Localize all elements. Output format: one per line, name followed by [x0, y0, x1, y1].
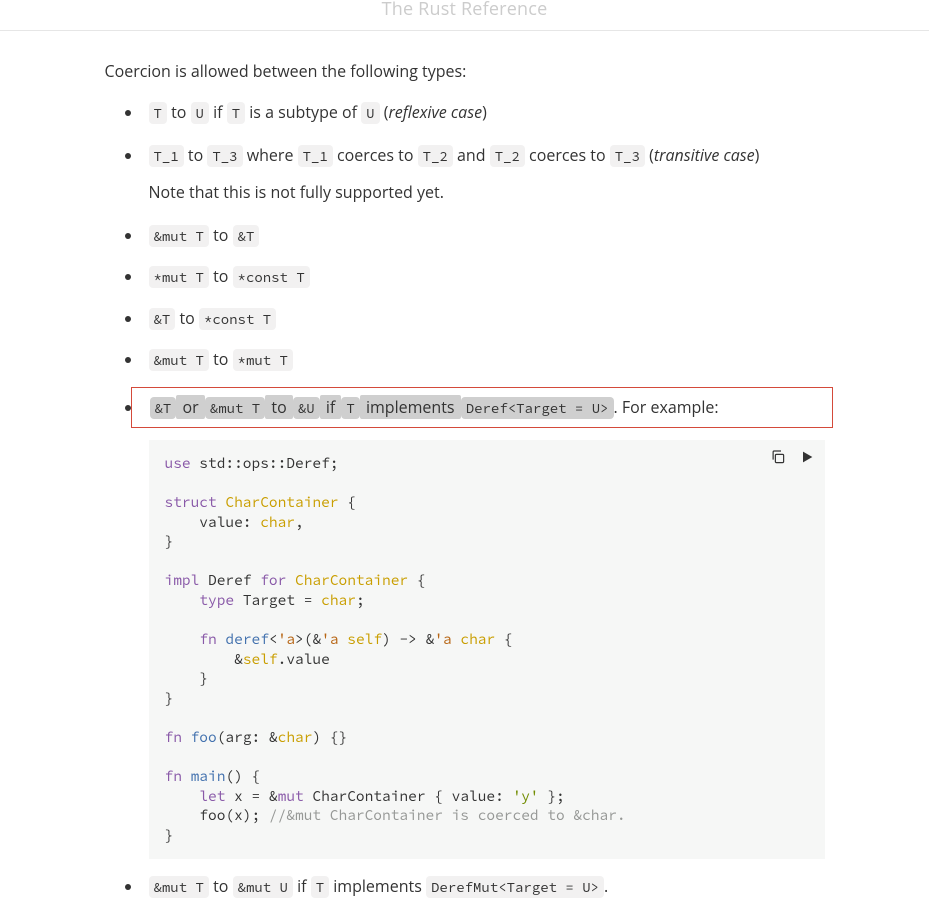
rule-subtype: T to U if T is a subtype of U (reflexive… — [143, 99, 825, 126]
code-refU: &U — [293, 397, 320, 419]
code-Te: T — [311, 876, 329, 898]
rule-mutptr-to-constptr: *mut T to *const T — [143, 263, 825, 290]
code-refT: &T — [233, 225, 260, 247]
code-U: U — [191, 102, 209, 124]
rule-derefmut: &mut T to &mut U if T implements DerefMu… — [143, 873, 825, 900]
code-mutptr2: *mut T — [233, 349, 293, 371]
transitive-case-label: transitive case — [654, 144, 755, 166]
coercion-rules-list: T to U if T is a subtype of U (reflexive… — [105, 99, 825, 901]
code-mutT3: &mut T — [205, 397, 265, 419]
rule-ref-to-constptr: &T to *const T — [143, 305, 825, 332]
code-mutptr: *mut T — [149, 266, 209, 288]
code-deref-trait: Deref<Target = U> — [461, 397, 614, 419]
code-T: T — [149, 102, 167, 124]
code-T2c: T_2 — [490, 145, 525, 167]
code-mutU: &mut U — [233, 876, 293, 898]
code-Td: T — [341, 397, 359, 419]
highlighted-rule-box: &T or &mut T to &U if T implements Deref… — [131, 387, 833, 428]
code-mutT4: &mut T — [149, 876, 209, 898]
run-icon[interactable] — [799, 449, 815, 465]
copy-icon[interactable] — [769, 448, 787, 466]
intro-text: Coercion is allowed between the followin… — [105, 59, 825, 85]
code-T3b: T_3 — [610, 145, 645, 167]
code-T1b: T_1 — [298, 145, 333, 167]
code-example-deref: use std::ops::Deref; struct CharContaine… — [149, 440, 825, 859]
code-T2: T — [227, 102, 245, 124]
rule-mutref-to-mutptr: &mut T to *mut T — [143, 346, 825, 373]
top-header: The Rust Reference — [0, 0, 929, 31]
transitive-note: Note that this is not fully supported ye… — [149, 179, 825, 206]
code-U2: U — [361, 102, 379, 124]
code-constptr: *const T — [233, 266, 310, 288]
code-mutT2: &mut T — [149, 349, 209, 371]
code-mutT: &mut T — [149, 225, 209, 247]
page-title: The Rust Reference — [382, 0, 548, 21]
code-T1: T_1 — [149, 145, 184, 167]
code-T3: T_3 — [207, 145, 242, 167]
code-derefmut-trait: DerefMut<Target = U> — [426, 876, 604, 898]
code-constptr2: *const T — [199, 308, 276, 330]
reflexive-case-label: reflexive case — [388, 101, 482, 123]
code-refT2: &T — [149, 308, 176, 330]
content-area: Coercion is allowed between the followin… — [85, 31, 845, 901]
code-T2b: T_2 — [418, 145, 453, 167]
rule-deref: &T or &mut T to &U if T implements Deref… — [143, 387, 825, 859]
rule-mutref-to-ref: &mut T to &T — [143, 222, 825, 249]
rule-transitive: T_1 to T_3 where T_1 coerces to T_2 and … — [143, 142, 825, 206]
code-refT3: &T — [150, 397, 177, 419]
